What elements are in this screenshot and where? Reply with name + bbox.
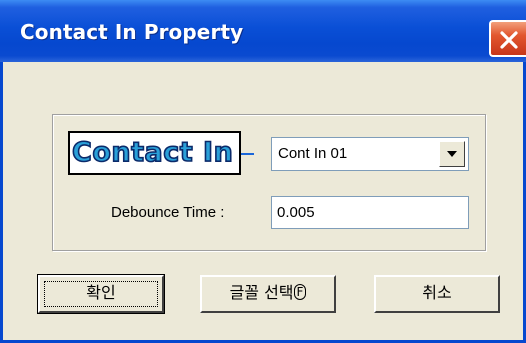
font-select-label: 글꼴 선택 — [229, 283, 294, 302]
channel-select-value: Cont In 01 — [278, 145, 348, 162]
contact-in-preview: Contact In — [68, 131, 241, 175]
focus-rect — [44, 281, 158, 307]
window-border-left — [0, 62, 3, 343]
window-title: Contact In Property — [20, 20, 244, 44]
contact-in-label: Contact In — [71, 137, 234, 169]
debounce-time-value: 0.005 — [277, 204, 315, 221]
chevron-down-icon — [447, 151, 457, 157]
font-select-mnemonic: F — [293, 284, 307, 300]
ok-button[interactable]: 확인 — [37, 274, 165, 314]
font-select-button[interactable]: 글꼴 선택 F — [200, 275, 336, 313]
close-icon — [500, 31, 518, 49]
debounce-time-label: Debounce Time : — [111, 204, 225, 221]
debounce-time-input[interactable]: 0.005 — [271, 196, 469, 229]
title-bar[interactable]: Contact In Property — [0, 0, 526, 62]
cancel-button[interactable]: 취소 — [374, 275, 500, 313]
close-button[interactable] — [489, 20, 526, 57]
connector-line — [241, 153, 254, 155]
channel-select[interactable]: Cont In 01 — [271, 137, 469, 171]
channel-dropdown-button[interactable] — [439, 141, 465, 167]
cancel-button-label: 취소 — [422, 283, 452, 302]
contact-in-property-dialog: Contact In Property Contact In Cont In 0… — [0, 0, 526, 343]
